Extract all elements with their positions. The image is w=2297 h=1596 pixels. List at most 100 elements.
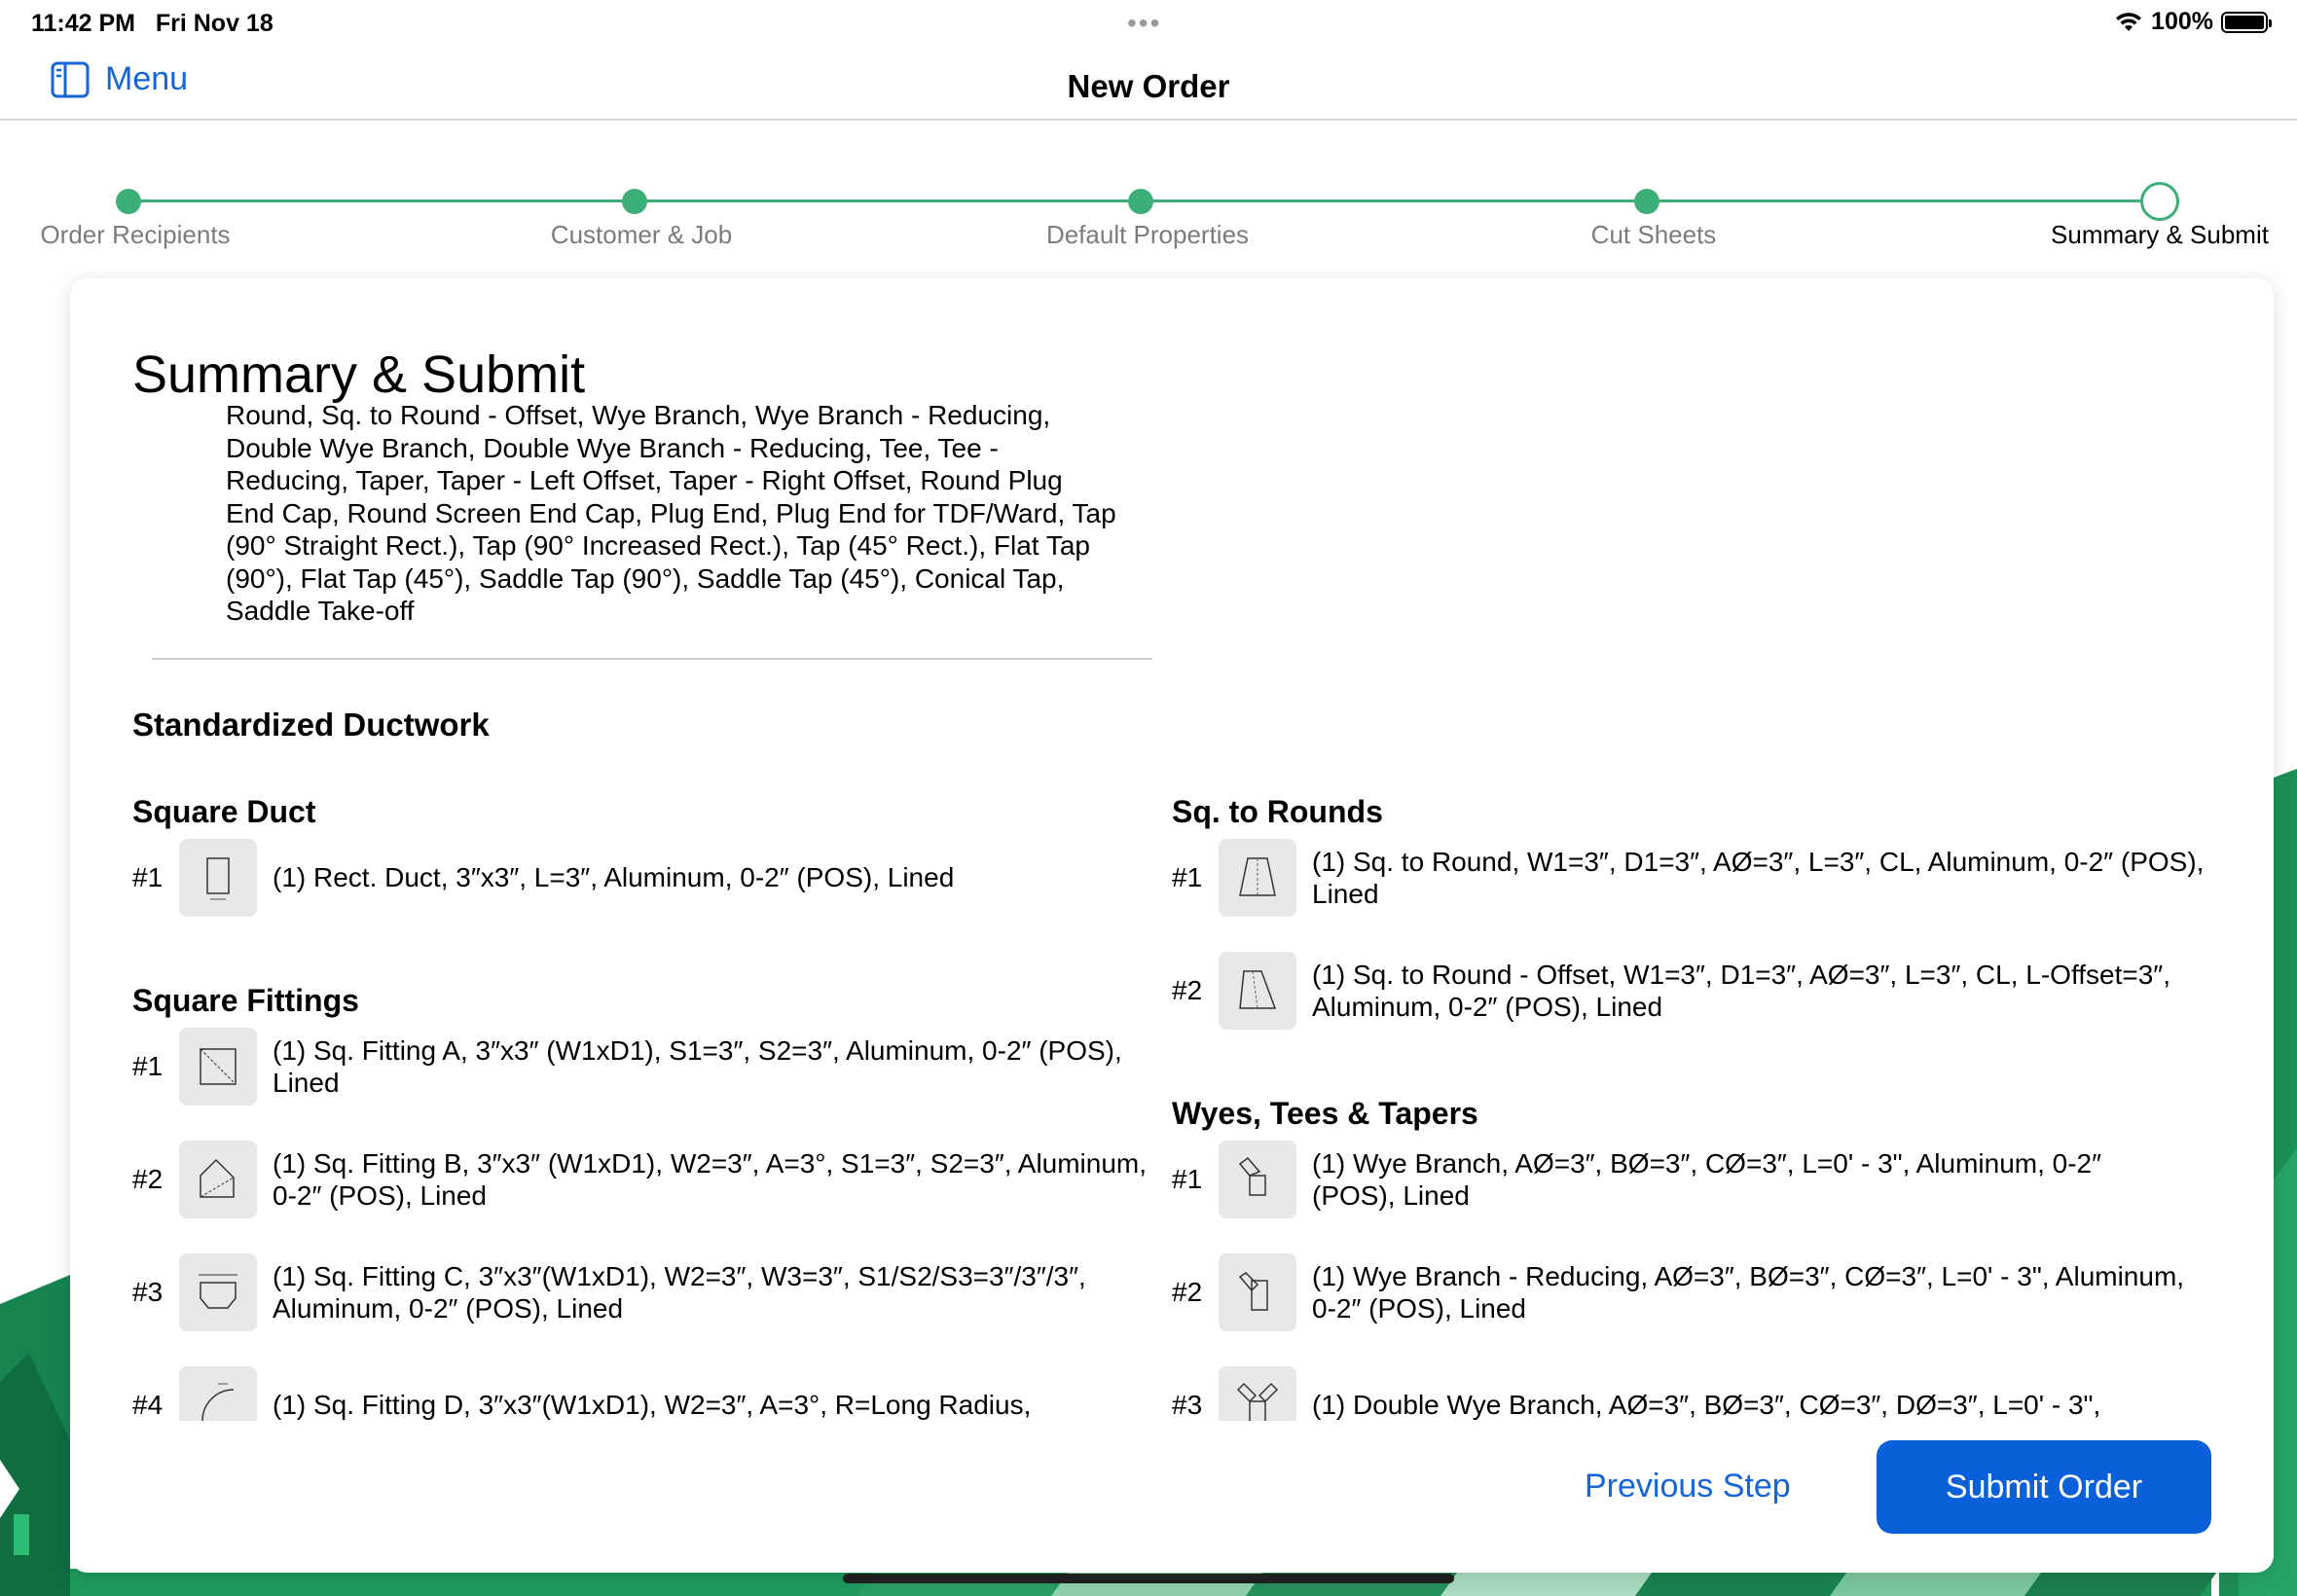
item-line: Lined xyxy=(273,1068,340,1098)
item-number: #2 xyxy=(1172,975,1203,1005)
double-wye-branch-icon xyxy=(1219,1366,1296,1421)
sq-fitting-c-icon xyxy=(179,1253,257,1331)
list-item[interactable]: #1 (1) Sq. to Round, W1=3″, D1=3″, AØ=3″… xyxy=(1172,839,2204,917)
item-line: Aluminum, 0-2″ (POS), Lined xyxy=(273,1293,624,1324)
list-item[interactable]: #2 (1) Wye Branch - Reducing, AØ=3″, BØ=… xyxy=(1172,1253,2184,1331)
multitasking-dots-icon[interactable]: ••• xyxy=(1127,10,1161,37)
sq-to-round-icon xyxy=(1219,839,1296,917)
step-dot-cut-sheets[interactable] xyxy=(1634,189,1659,214)
list-item[interactable]: #2 (1) Sq. to Round - Offset, W1=3″, D1=… xyxy=(1172,952,2170,1030)
fitting-types-line: Round, Sq. to Round - Offset, Wye Branch… xyxy=(226,405,1051,430)
item-description: (1) Sq. Fitting C, 3″x3″(W1xD1), W2=3″, … xyxy=(273,1260,1086,1325)
battery-percent: 100% xyxy=(2151,8,2213,35)
step-label-order-recipients[interactable]: Order Recipients xyxy=(40,220,230,250)
step-dot-default-properties[interactable] xyxy=(1128,189,1153,214)
page-title: New Order xyxy=(1067,68,1230,104)
group-title-square-duct: Square Duct xyxy=(132,794,316,829)
item-description: (1) Sq. to Round, W1=3″, D1=3″, AØ=3″, L… xyxy=(1312,846,2204,911)
item-line: 0-2″ (POS), Lined xyxy=(1312,1293,1527,1324)
item-line: (1) Rect. Duct, 3″x3″, L=3″, Aluminum, 0… xyxy=(273,862,955,893)
group-title-sq-to-rounds: Sq. to Rounds xyxy=(1172,794,1383,829)
status-time: 11:42 PM Fri Nov 18 xyxy=(31,10,273,38)
sq-fitting-b-icon xyxy=(179,1141,257,1218)
step-dot-order-recipients[interactable] xyxy=(116,189,141,214)
sq-fitting-d-icon xyxy=(179,1366,257,1421)
fitting-types-line: Double Wye Branch, Double Wye Branch - R… xyxy=(226,432,999,463)
summary-card: Summary & Submit Round, Sq. to Round - O… xyxy=(70,278,2274,1573)
item-description: (1) Rect. Duct, 3″x3″, L=3″, Aluminum, 0… xyxy=(273,861,954,894)
status-indicators: 100% xyxy=(2114,8,2272,36)
summary-scroll-area[interactable]: Round, Sq. to Round - Offset, Wye Branch… xyxy=(70,405,2274,1421)
fitting-types-line: Reducing, Taper, Taper - Left Offset, Ta… xyxy=(226,465,1063,495)
fitting-types-list: Round, Sq. to Round - Offset, Wye Branch… xyxy=(226,405,1160,628)
item-line: (1) Sq. to Round, W1=3″, D1=3″, AØ=3″, L… xyxy=(1312,846,2205,877)
sq-to-round-offset-icon xyxy=(1219,952,1296,1030)
item-description: (1) Double Wye Branch, AØ=3″, BØ=3″, CØ=… xyxy=(1312,1389,2100,1421)
step-label-cut-sheets[interactable]: Cut Sheets xyxy=(1591,220,1717,250)
previous-step-button[interactable]: Previous Step xyxy=(1585,1468,1791,1505)
navigation-bar: Menu New Order xyxy=(0,47,2297,121)
fitting-types-line: (90° Straight Rect.), Tap (90° Increased… xyxy=(226,530,1090,561)
item-description: (1) Sq. Fitting D, 3″x3″(W1xD1), W2=3″, … xyxy=(273,1389,1031,1421)
list-item[interactable]: #3 (1) Double Wye Branch, AØ=3″, BØ=3″, … xyxy=(1172,1366,2100,1421)
item-number: #2 xyxy=(132,1164,164,1194)
status-date-text: Fri Nov 18 xyxy=(155,10,273,37)
item-description: (1) Sq. to Round - Offset, W1=3″, D1=3″,… xyxy=(1312,959,2170,1024)
wye-branch-icon xyxy=(1219,1141,1296,1218)
list-item[interactable]: #2 (1) Sq. Fitting B, 3″x3″ (W1xD1), W2=… xyxy=(132,1141,1147,1218)
fitting-types-line: End Cap, Round Screen End Cap, Plug End,… xyxy=(226,497,1116,528)
sq-fitting-a-icon xyxy=(179,1028,257,1106)
item-line: Lined xyxy=(1312,879,1379,909)
item-number: #1 xyxy=(132,862,164,892)
item-number: #2 xyxy=(1172,1277,1203,1307)
item-number: #1 xyxy=(1172,1164,1203,1194)
submit-order-button[interactable]: Submit Order xyxy=(1877,1440,2211,1534)
step-label-summary-submit[interactable]: Summary & Submit xyxy=(2051,220,2269,250)
list-item[interactable]: #3 (1) Sq. Fitting C, 3″x3″(W1xD1), W2=3… xyxy=(132,1253,1086,1331)
item-number: #3 xyxy=(132,1277,164,1307)
item-line: (1) Sq. Fitting D, 3″x3″(W1xD1), W2=3″, … xyxy=(273,1390,1032,1421)
step-dot-summary-submit[interactable] xyxy=(2140,182,2179,221)
battery-icon xyxy=(2221,11,2272,33)
card-actions: Previous Step Submit Order xyxy=(70,1421,2274,1573)
item-description: (1) Sq. Fitting A, 3″x3″ (W1xD1), S1=3″,… xyxy=(273,1034,1122,1100)
list-item[interactable]: #4 (1) Sq. Fitting D, 3″x3″(W1xD1), W2=3… xyxy=(132,1366,1031,1421)
status-time-text: 11:42 PM xyxy=(31,10,136,37)
list-item[interactable]: #1 (1) Rect. Duct, 3″x3″, L=3″, Aluminum… xyxy=(132,839,954,917)
wifi-icon xyxy=(2116,12,2142,31)
item-description: (1) Sq. Fitting B, 3″x3″ (W1xD1), W2=3″,… xyxy=(273,1147,1147,1213)
item-number: #1 xyxy=(132,1051,164,1081)
group-title-wyes-tees-tapers: Wyes, Tees & Tapers xyxy=(1172,1096,1478,1131)
group-title-square-fittings: Square Fittings xyxy=(132,983,359,1018)
item-number: #1 xyxy=(1172,862,1203,892)
divider xyxy=(152,658,1152,660)
order-stepper: Order Recipients Customer & Job Default … xyxy=(0,121,2297,257)
item-number: #4 xyxy=(132,1390,164,1420)
list-item[interactable]: #1 (1) Sq. Fitting A, 3″x3″ (W1xD1), S1=… xyxy=(132,1028,1122,1106)
item-line: (1) Wye Branch - Reducing, AØ=3″, BØ=3″,… xyxy=(1312,1260,2185,1291)
item-description: (1) Wye Branch - Reducing, AØ=3″, BØ=3″,… xyxy=(1312,1260,2184,1325)
section-title-standardized-ductwork: Standardized Ductwork xyxy=(132,707,490,743)
card-title: Summary & Submit xyxy=(132,345,586,404)
item-line: (1) Sq. Fitting B, 3″x3″ (W1xD1), W2=3″,… xyxy=(273,1147,1148,1179)
list-item[interactable]: #1 (1) Wye Branch, AØ=3″, BØ=3″, CØ=3″, … xyxy=(1172,1141,2101,1218)
step-dot-customer-job[interactable] xyxy=(622,189,647,214)
step-label-customer-job[interactable]: Customer & Job xyxy=(551,220,732,250)
item-line: (1) Double Wye Branch, AØ=3″, BØ=3″, CØ=… xyxy=(1312,1390,2101,1421)
item-line: (1) Wye Branch, AØ=3″, BØ=3″, CØ=3″, L=0… xyxy=(1312,1147,2102,1179)
item-number: #3 xyxy=(1172,1390,1203,1420)
item-line: 0-2″ (POS), Lined xyxy=(273,1180,488,1211)
item-line: (1) Sq. Fitting A, 3″x3″ (W1xD1), S1=3″,… xyxy=(273,1034,1122,1066)
rect-duct-icon xyxy=(179,839,257,917)
item-description: (1) Wye Branch, AØ=3″, BØ=3″, CØ=3″, L=0… xyxy=(1312,1147,2101,1213)
home-indicator[interactable] xyxy=(843,1574,1454,1583)
item-line: Aluminum, 0-2″ (POS), Lined xyxy=(1312,992,1663,1022)
status-bar: 11:42 PM Fri Nov 18 ••• 100% xyxy=(0,0,2297,47)
item-line: (1) Sq. Fitting C, 3″x3″(W1xD1), W2=3″, … xyxy=(273,1260,1086,1291)
fitting-types-line: (90°), Flat Tap (45°), Saddle Tap (90°),… xyxy=(226,562,1065,594)
fitting-types-line: Saddle Take-off xyxy=(226,596,415,626)
wye-branch-reducing-icon xyxy=(1219,1253,1296,1331)
item-line: (POS), Lined xyxy=(1312,1180,1470,1211)
step-label-default-properties[interactable]: Default Properties xyxy=(1046,220,1249,250)
item-line: (1) Sq. to Round - Offset, W1=3″, D1=3″,… xyxy=(1312,959,2170,990)
